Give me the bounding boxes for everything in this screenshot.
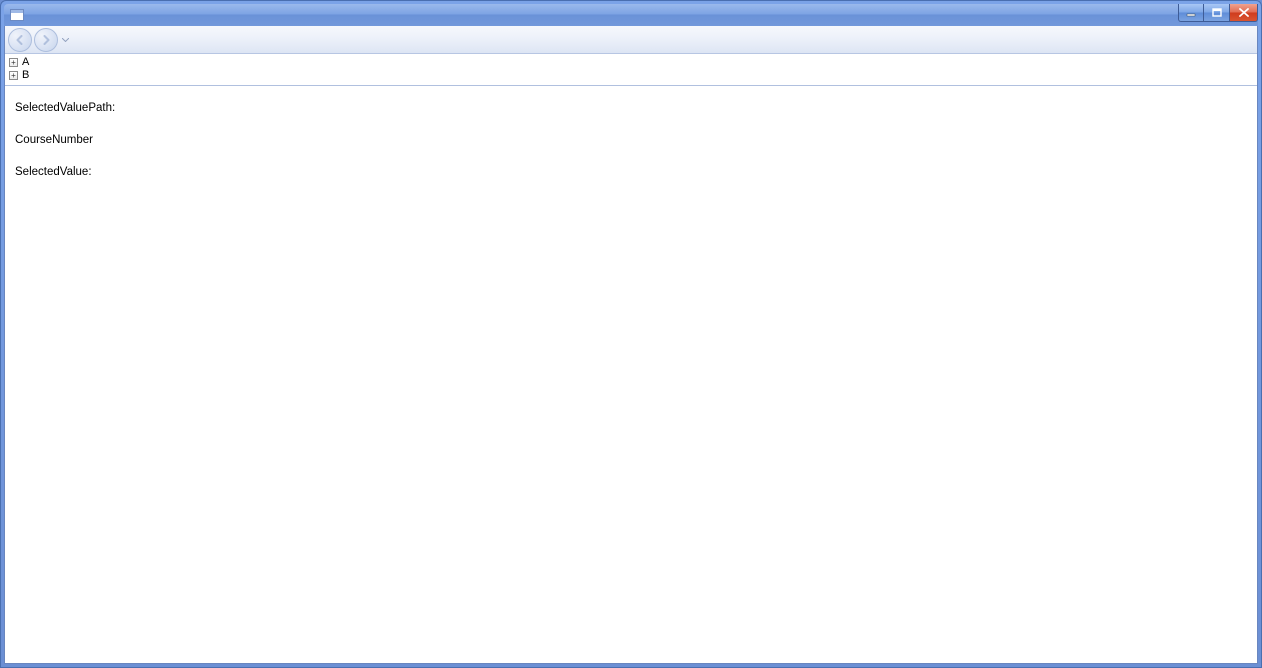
minimize-icon [1186, 9, 1196, 17]
close-icon [1239, 8, 1249, 17]
expander-plus-icon[interactable]: + [9, 71, 18, 80]
arrow-right-icon [40, 34, 52, 46]
tree-item[interactable]: + A [9, 56, 1253, 69]
nav-back-button[interactable] [8, 28, 32, 52]
selected-value-path-label: SelectedValuePath: [15, 102, 1247, 114]
navigation-toolbar [5, 26, 1257, 54]
maximize-icon [1212, 8, 1222, 17]
maximize-button[interactable] [1204, 4, 1230, 22]
tree-item-label: B [22, 70, 29, 81]
tree-view[interactable]: + A + B [5, 54, 1257, 86]
nav-recent-dropdown[interactable] [60, 38, 70, 42]
client-area: + A + B SelectedValuePath: CourseNumber … [4, 26, 1258, 664]
chevron-down-icon [62, 38, 69, 42]
app-icon [10, 9, 24, 21]
window-frame: + A + B SelectedValuePath: CourseNumber … [0, 0, 1262, 668]
window-controls [1178, 4, 1258, 22]
nav-forward-button[interactable] [34, 28, 58, 52]
tree-item[interactable]: + B [9, 69, 1253, 82]
expander-plus-icon[interactable]: + [9, 58, 18, 67]
minimize-button[interactable] [1178, 4, 1204, 22]
selected-value-label: SelectedValue: [15, 166, 1247, 178]
arrow-left-icon [14, 34, 26, 46]
tree-item-label: A [22, 57, 29, 68]
content-panel: SelectedValuePath: CourseNumber Selected… [5, 86, 1257, 663]
selected-value-path-value: CourseNumber [15, 134, 1247, 146]
title-bar[interactable] [4, 4, 1258, 26]
close-button[interactable] [1230, 4, 1258, 22]
